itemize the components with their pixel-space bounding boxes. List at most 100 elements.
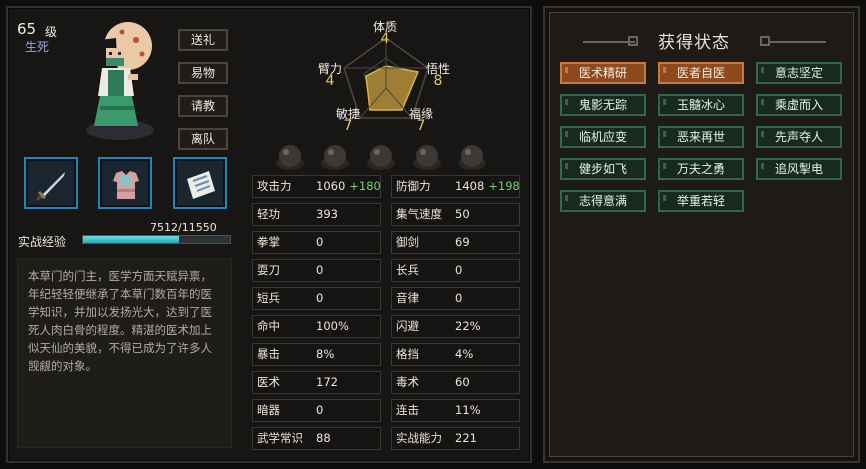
radar-value-insight: 8 [433,73,443,89]
stat-cell: 格挡 4% [391,343,520,366]
stat-cell: 轻功 393 [252,203,381,226]
stat-value: 0 [316,232,323,253]
status-tag[interactable]: 乘虚而入 [756,94,842,116]
stat-value: 11% [455,400,481,421]
stat-name: 闪避 [396,319,419,333]
title-ornament [628,36,638,46]
status-tag[interactable]: 健步如飞 [560,158,646,180]
stat-bonus: +198 [488,179,520,193]
exp-bar-fill [83,236,179,243]
stat-value: 88 [316,428,331,449]
stat-base: 221 [455,431,477,445]
stat-name: 医术 [257,375,280,389]
stat-base: 0 [316,263,324,277]
gem-socket[interactable] [275,143,305,171]
character-portrait [86,22,154,140]
stat-value: 0 [316,260,323,281]
stat-base: 8% [316,347,335,361]
stat-name: 长兵 [396,263,419,277]
stat-value: 22% [455,316,481,337]
stat-base: 69 [455,235,470,249]
stat-cell: 暴击 8% [252,343,381,366]
radar-value-constitution: 4 [380,31,390,47]
stat-cell: 闪避 22% [391,315,520,338]
stat-value: 100% [316,316,349,337]
radar-value-strength: 4 [325,73,335,89]
stat-name: 实战能力 [396,431,442,445]
stat-cell: 暗器 0 [252,399,381,422]
stat-name: 暴击 [257,347,280,361]
status-tag[interactable]: 万夫之勇 [658,158,744,180]
stat-value: 393 [316,204,338,225]
stat-base: 60 [455,375,470,389]
gift-button[interactable]: 送礼 [178,29,228,51]
stat-value: 1060 +180 [316,176,381,197]
stat-cell: 音律 0 [391,287,520,310]
stat-base: 0 [316,291,324,305]
stat-base: 1060 [316,179,346,193]
status-tag[interactable]: 医者自医 [658,62,744,84]
status-tag[interactable]: 志得意满 [560,190,646,212]
gem-socket[interactable] [412,143,442,171]
consult-button[interactable]: 请教 [178,95,228,117]
weapon-slot[interactable] [24,157,78,209]
stat-base: 172 [316,375,338,389]
stat-value: 0 [455,288,462,309]
stat-value: 0 [316,288,323,309]
stat-base: 0 [316,403,324,417]
gem-socket[interactable] [366,143,396,171]
gem-socket[interactable] [320,143,350,171]
exp-label: 实战经验 [18,235,67,249]
status-tag[interactable]: 鬼影无踪 [560,94,646,116]
stat-value: 8% [316,344,334,365]
status-tag[interactable]: 先声夺人 [756,126,842,148]
stat-cell: 实战能力 221 [391,427,520,450]
stat-name: 命中 [257,319,280,333]
trade-button[interactable]: 易物 [178,62,228,84]
status-tag[interactable]: 玉髓冰心 [658,94,744,116]
stat-cell: 毒术 60 [391,371,520,394]
status-tag[interactable]: 追风掣电 [756,158,842,180]
stat-value: 60 [455,372,470,393]
stat-name: 御剑 [396,235,419,249]
stat-name: 毒术 [396,375,419,389]
stat-base: 22% [455,319,481,333]
book-slot[interactable] [173,157,227,209]
title-divider [768,41,826,43]
stat-name: 拳掌 [257,235,280,249]
stat-cell: 短兵 0 [252,287,381,310]
stat-name: 格挡 [396,347,419,361]
stat-name: 音律 [396,291,419,305]
status-tag[interactable]: 举重若轻 [658,190,744,212]
stat-name: 耍刀 [257,263,280,277]
stat-name: 连击 [396,403,419,417]
stat-name: 攻击力 [257,179,292,193]
stat-cell: 防御力 1408 +198 [391,175,520,198]
status-panel-title: 获得状态 [658,33,730,53]
stat-value: 50 [455,204,470,225]
character-title: 生死 [25,40,50,54]
stat-cell: 御剑 69 [391,231,520,254]
stat-value: 4% [455,344,473,365]
stat-base: 393 [316,207,338,221]
stat-cell: 攻击力 1060 +180 [252,175,381,198]
status-tag[interactable]: 医术精研 [560,62,646,84]
gem-socket[interactable] [457,143,487,171]
stat-value: 69 [455,232,470,253]
leave-party-button[interactable]: 离队 [178,128,228,150]
scroll-icon [187,171,215,199]
stat-base: 4% [455,347,474,361]
stat-name: 短兵 [257,291,280,305]
radar-value-fortune: 7 [416,118,426,134]
stat-cell: 耍刀 0 [252,259,381,282]
stat-base: 50 [455,207,470,221]
stat-name: 集气速度 [396,207,442,221]
armor-slot[interactable] [98,157,152,209]
stat-value: 0 [316,400,323,421]
stat-base: 0 [455,263,463,277]
stat-base: 0 [316,235,324,249]
status-tag[interactable]: 临机应变 [560,126,646,148]
status-tag[interactable]: 恶来再世 [658,126,744,148]
stat-cell: 长兵 0 [391,259,520,282]
status-tag[interactable]: 意志坚定 [756,62,842,84]
